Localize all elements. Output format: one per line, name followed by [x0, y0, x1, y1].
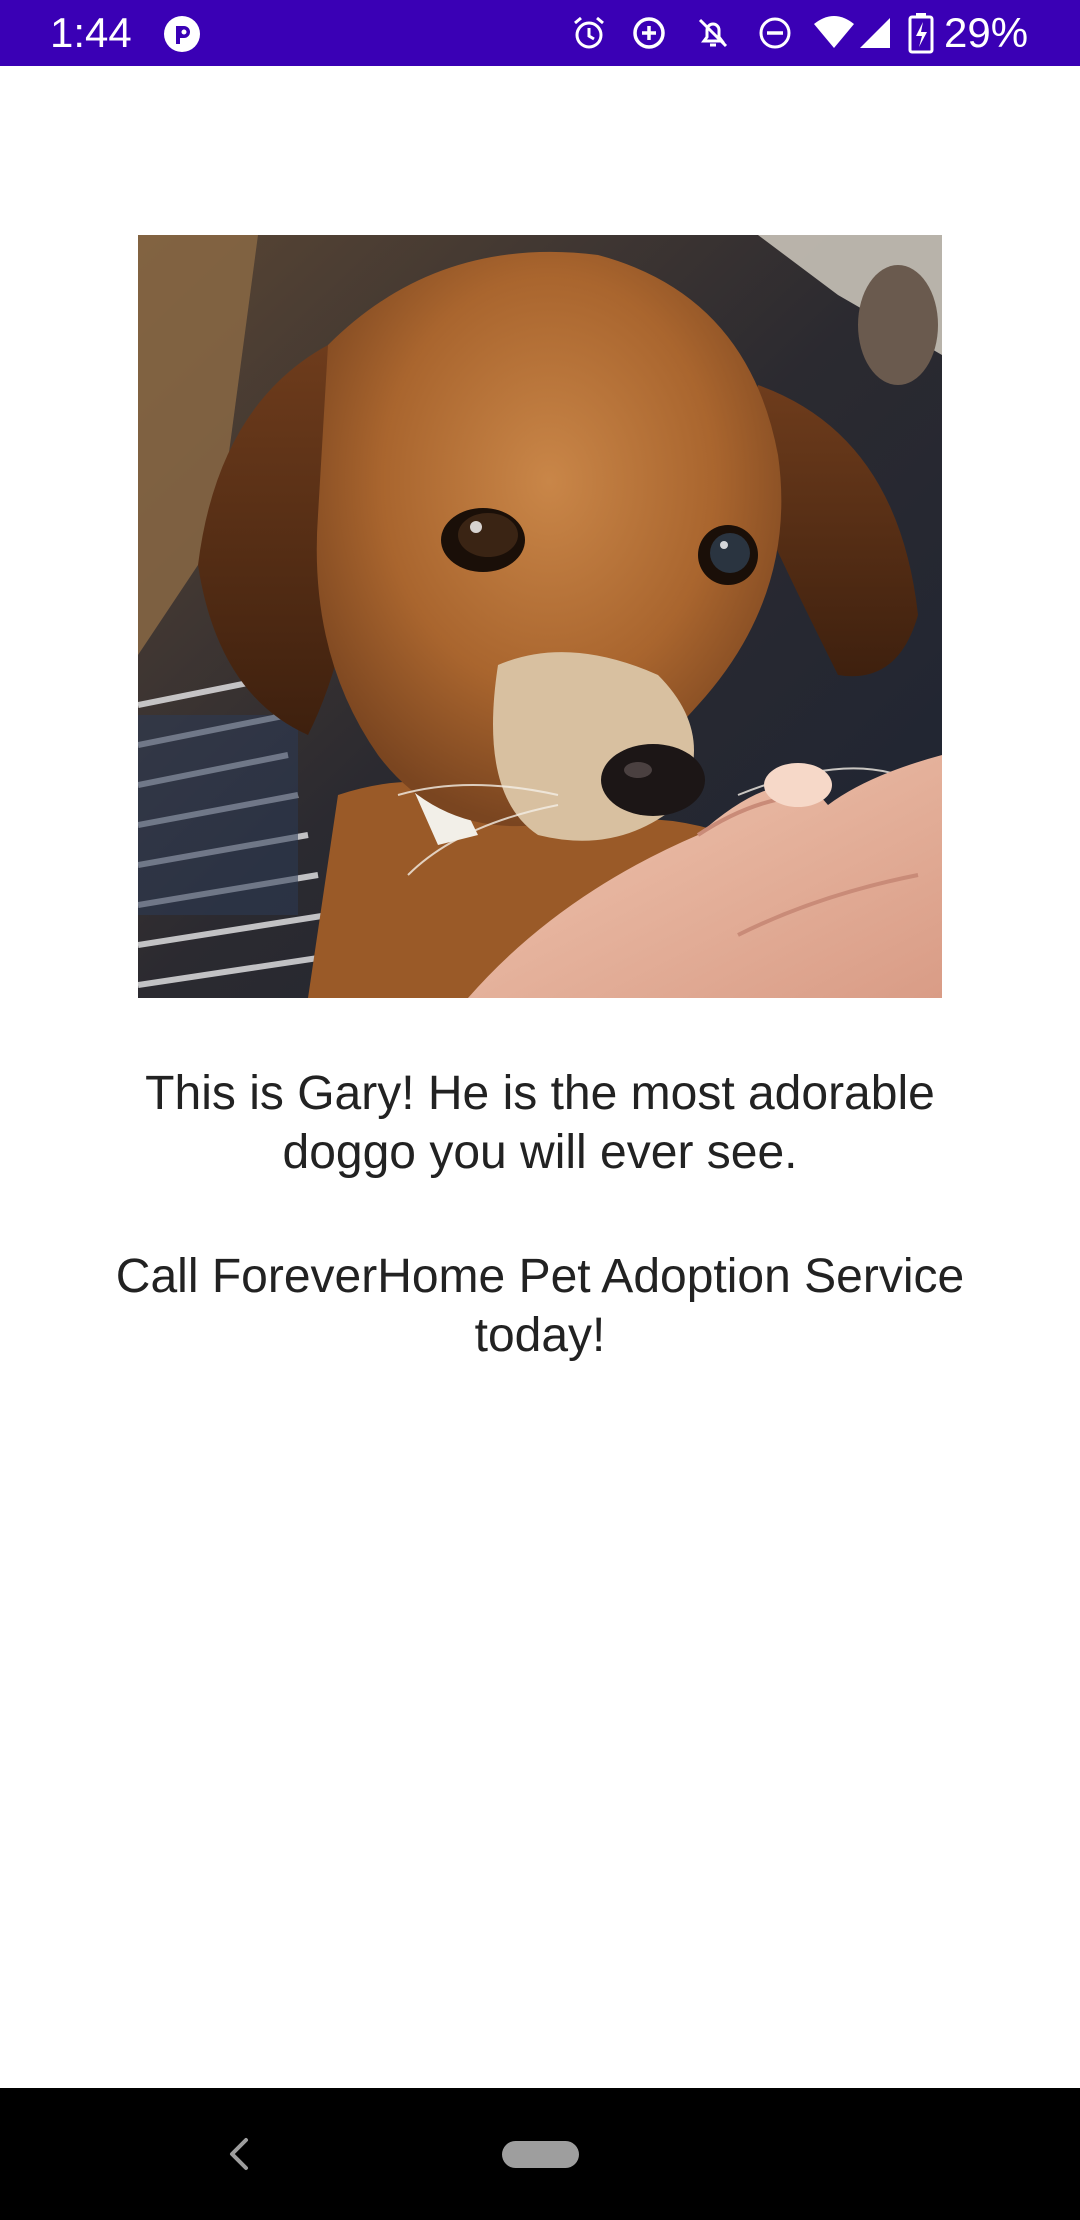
status-time: 1:44 — [50, 9, 132, 56]
back-icon[interactable] — [224, 2134, 254, 2174]
data-saver-icon — [633, 17, 665, 49]
alarm-icon — [574, 16, 604, 49]
caption: This is Gary! He is the most adorable do… — [90, 1064, 990, 1365]
caption-line-2: Call ForeverHome Pet Adoption Service to… — [115, 1250, 965, 1362]
home-pill-icon[interactable] — [502, 2141, 579, 2168]
main-content: This is Gary! He is the most adorable do… — [0, 66, 1080, 2088]
status-bar: 1:44 29% — [0, 0, 1080, 66]
cell-signal-icon — [860, 18, 890, 48]
puppy-photo — [138, 235, 942, 998]
navigation-bar — [0, 2088, 1080, 2220]
caption-gap — [90, 1182, 990, 1247]
puppy-image-icon — [138, 235, 942, 998]
do-not-disturb-icon — [759, 17, 791, 49]
battery-percent: 29% — [944, 9, 1029, 56]
notifications-off-icon — [698, 18, 728, 48]
wifi-icon — [814, 16, 854, 48]
battery-charging-icon — [908, 13, 934, 54]
app-notification-icon — [164, 16, 200, 52]
caption-line-1: This is Gary! He is the most adorable do… — [145, 1067, 935, 1179]
